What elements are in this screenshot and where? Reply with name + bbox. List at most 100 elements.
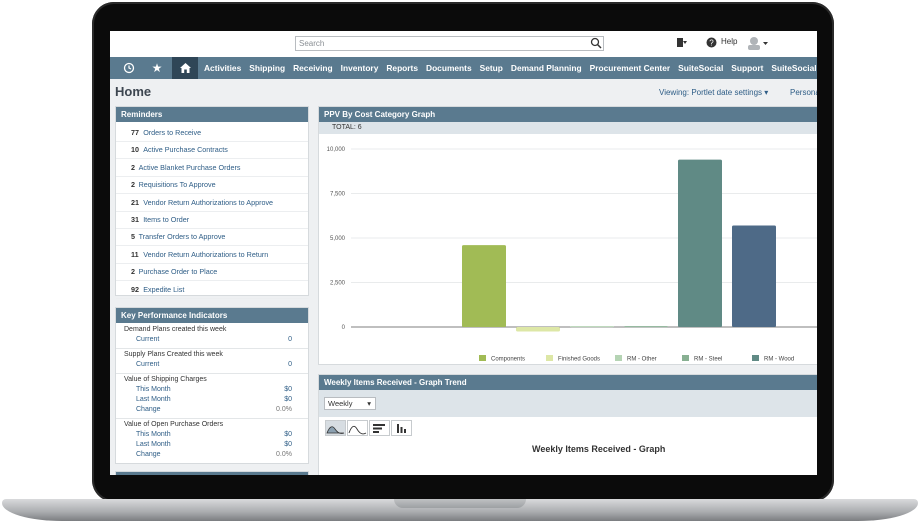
nav-item-suitesocial[interactable]: SuiteSocial	[767, 63, 817, 73]
reminder-row[interactable]: 92 Expedite List	[116, 281, 308, 299]
svg-text:?: ?	[709, 38, 714, 47]
kpi-group-name: Value of Open Purchase Orders	[124, 421, 224, 428]
reminder-link[interactable]: Transfer Orders to Approve	[139, 232, 226, 241]
viewing-date-settings[interactable]: Viewing: Portlet date settings ▾	[659, 88, 768, 97]
nav-item-reports[interactable]: Reports	[382, 63, 422, 73]
kpi-row-label[interactable]: Current	[136, 361, 159, 368]
persona-link[interactable]: Persona	[790, 88, 817, 97]
user-switch-icon[interactable]	[675, 37, 689, 49]
laptop-notch	[394, 499, 526, 508]
kpi-row-label[interactable]: Change	[136, 406, 161, 413]
nav-item-setup[interactable]: Setup	[476, 63, 507, 73]
help-link[interactable]: Help	[721, 37, 737, 46]
reminder-link[interactable]: Orders to Receive	[143, 128, 201, 137]
weekly-graph-title: Weekly Items Received - Graph	[532, 444, 666, 454]
help-icon[interactable]: ?	[706, 37, 717, 48]
weekly-portlet: Weekly Items Received - Graph Trend Week…	[318, 374, 817, 475]
reminders-portlet: Reminders 77 Orders to Receive 10 Active Pu…	[115, 106, 309, 299]
legend-label[interactable]: RM - Wood	[764, 357, 794, 363]
portlet-header-bar	[116, 472, 308, 475]
bar[interactable]	[732, 225, 776, 327]
y-tick-label: 7,500	[330, 192, 346, 198]
nav-item-activities[interactable]: Activities	[200, 63, 245, 73]
reminder-link[interactable]: Expedite List	[143, 285, 184, 294]
kpi-row-label[interactable]: Change	[136, 451, 161, 458]
nav-item-procurement-center[interactable]: Procurement Center	[586, 63, 675, 73]
kpi-row-label[interactable]: This Month	[136, 386, 171, 393]
reminder-link[interactable]: Vendor Return Authorizations to Approve	[143, 198, 273, 207]
reminder-row[interactable]: 31 Items to Order	[116, 211, 308, 229]
reminder-count: 21	[131, 197, 139, 207]
reminder-link[interactable]: Requisitions To Approve	[139, 180, 216, 189]
bar-chart-button[interactable]	[391, 420, 412, 436]
hbar-chart-button[interactable]	[369, 420, 390, 436]
kpi-row-label[interactable]: Last Month	[136, 396, 171, 403]
bar[interactable]	[462, 245, 506, 327]
reminder-link[interactable]: Active Blanket Purchase Orders	[139, 163, 241, 172]
reminder-row[interactable]: 77 Orders to Receive	[116, 124, 308, 142]
reminder-count: 2	[131, 267, 135, 277]
legend-swatch	[546, 355, 553, 361]
reminder-link[interactable]: Active Purchase Contracts	[143, 145, 228, 154]
area-chart-button[interactable]	[325, 420, 346, 436]
weekly-title: Weekly Items Received - Graph Trend	[319, 375, 817, 390]
y-tick-label: 10,000	[327, 147, 346, 153]
legend-label[interactable]: Components	[491, 357, 525, 363]
legend-swatch	[682, 355, 689, 361]
avatar-icon[interactable]	[746, 36, 770, 50]
recent-records-icon[interactable]	[116, 57, 142, 79]
reminder-row[interactable]: 2 Active Blanket Purchase Orders	[116, 159, 308, 177]
home-icon[interactable]	[172, 57, 198, 79]
reminder-row[interactable]: 2 Requisitions To Approve	[116, 176, 308, 195]
kpi-separator	[116, 373, 308, 374]
nav-item-demand-planning[interactable]: Demand Planning	[507, 63, 586, 73]
weekly-toolbar	[319, 390, 817, 417]
nav-menu: Activities Shipping Receiving Inventory Repo…	[200, 57, 817, 79]
bar[interactable]	[570, 326, 614, 328]
nav-item-documents[interactable]: Documents	[422, 63, 476, 73]
y-tick-label: 0	[342, 325, 346, 331]
bar[interactable]	[678, 159, 722, 327]
area-chart-icon	[326, 426, 345, 434]
kpi-group-name: Demand Plans created this week	[124, 326, 227, 333]
reminder-row[interactable]: 5 Transfer Orders to Approve	[116, 228, 308, 247]
period-select[interactable]: Weekly ▾	[324, 397, 376, 410]
reminder-link[interactable]: Items to Order	[143, 215, 189, 224]
reminder-link[interactable]: Purchase Order to Place	[139, 267, 218, 276]
nav-item-suitesocial[interactable]: SuiteSocial	[674, 63, 727, 73]
y-tick-label: 2,500	[330, 281, 346, 287]
reminder-count: 2	[131, 162, 135, 172]
top-bar: Search ? Help	[110, 31, 817, 57]
line-chart-button[interactable]	[347, 420, 368, 436]
star-icon[interactable]: ★	[144, 57, 170, 79]
bar[interactable]	[516, 327, 560, 332]
reminder-row[interactable]: 11 Vendor Return Authorizations to Return	[116, 246, 308, 264]
legend-label[interactable]: Finished Goods	[558, 357, 600, 363]
reminder-count: 11	[131, 249, 139, 259]
kpi-row-value: $0	[284, 441, 292, 448]
nav-item-support[interactable]: Support	[727, 63, 767, 73]
reminder-count: 5	[131, 232, 135, 242]
nav-item-receiving[interactable]: Receiving	[289, 63, 337, 73]
reminder-row[interactable]: 10 Active Purchase Contracts	[116, 141, 308, 160]
kpi-group-name: Value of Shipping Charges	[124, 376, 207, 383]
app-screen: Search ? Help ★ Activities Shipping Receiv…	[110, 31, 817, 475]
reminder-row[interactable]: 21 Vendor Return Authorizations to Approv…	[116, 194, 308, 212]
search-icon[interactable]	[590, 37, 602, 49]
ppv-title: PPV By Cost Category Graph	[319, 107, 817, 122]
kpi-row-label[interactable]: Current	[136, 336, 159, 343]
reminder-row[interactable]: 2 Purchase Order to Place	[116, 263, 308, 282]
main-navbar: ★ Activities Shipping Receiving Inventory Re…	[110, 57, 817, 79]
legend-label[interactable]: RM - Other	[627, 357, 657, 363]
reminder-count: 31	[131, 215, 139, 224]
search-input[interactable]: Search	[295, 36, 604, 51]
bar[interactable]	[624, 326, 668, 328]
kpi-separator	[116, 418, 308, 419]
y-tick-label: 5,000	[330, 236, 346, 242]
reminder-link[interactable]: Vendor Return Authorizations to Return	[143, 250, 268, 259]
kpi-row-label[interactable]: Last Month	[136, 441, 171, 448]
nav-item-inventory[interactable]: Inventory	[337, 63, 383, 73]
nav-item-shipping[interactable]: Shipping	[245, 63, 289, 73]
kpi-row-label[interactable]: This Month	[136, 431, 171, 438]
legend-label[interactable]: RM - Steel	[694, 357, 722, 363]
